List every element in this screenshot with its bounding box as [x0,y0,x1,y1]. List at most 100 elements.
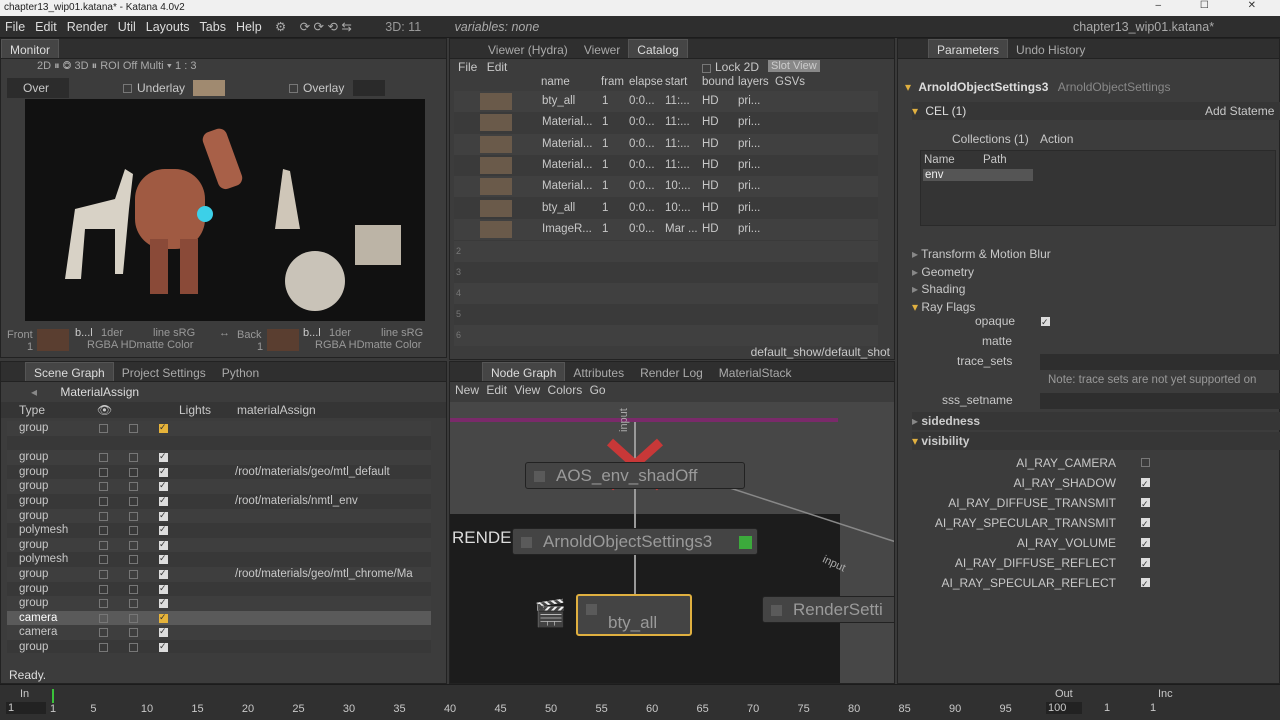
cel-arrow-icon[interactable]: ▾ [912,104,918,118]
catalog-menu-file[interactable]: File [458,60,477,74]
visibility-flag-row[interactable]: AI_RAY_VOLUME [920,533,1280,554]
tab-viewer[interactable]: Viewer [576,40,628,58]
lock-2d-checkbox[interactable] [702,64,711,73]
menu-render[interactable]: Render [62,16,113,38]
col-type[interactable]: Type [19,402,45,418]
col-view-icon[interactable]: 👁 [97,402,112,418]
visibility-checkbox[interactable] [99,628,108,638]
lock-checkbox[interactable] [129,584,138,594]
underlay-swatch[interactable] [193,80,225,96]
scene-graph-row[interactable]: group [7,639,431,653]
front-thumb[interactable] [37,329,69,351]
lock-checkbox[interactable] [129,453,138,463]
visibility-checkbox[interactable] [1141,534,1150,554]
catalog-empty-row[interactable]: 6 [454,325,878,346]
col-elapsed[interactable]: elapse [629,76,663,88]
visibility-checkbox[interactable] [1141,514,1150,534]
visibility-checkbox[interactable] [99,540,108,550]
scene-graph-row[interactable]: group [7,537,431,553]
scene-graph-row[interactable]: polymesh [7,551,431,567]
lights-checkbox[interactable] [159,566,168,581]
visibility-flag-row[interactable]: AI_RAY_SHADOW [920,473,1280,494]
lock-checkbox[interactable] [129,628,138,638]
visibility-flag-row[interactable]: AI_RAY_SPECULAR_REFLECT [920,573,1280,594]
tab-undo-history[interactable]: Undo History [1008,40,1093,58]
lock-checkbox[interactable] [129,496,138,506]
scene-graph-row[interactable]: group [7,508,431,524]
lock-checkbox[interactable] [129,569,138,579]
over-dropdown[interactable]: Over [7,78,69,98]
out-value[interactable]: 100 [1046,702,1082,714]
visibility-flag-row[interactable]: AI_RAY_DIFFUSE_REFLECT [920,553,1280,574]
flag-trace-sets[interactable]: trace_sets [920,352,1280,371]
visibility-checkbox[interactable] [99,599,108,609]
ng-menu-edit[interactable]: Edit [486,383,507,397]
menu-help[interactable]: Help [231,16,267,38]
tab-viewer-hydra[interactable]: Viewer (Hydra) [480,40,576,58]
group-visibility[interactable]: ▾ visibility [912,432,1280,450]
lights-checkbox[interactable] [159,639,168,653]
variables-dropdown[interactable]: variables: none [450,16,545,38]
collapse-arrow-icon[interactable]: ▾ [905,80,911,94]
lock-checkbox[interactable] [129,511,138,521]
gear-icon[interactable]: ⚙ [270,16,291,38]
ng-menu-go[interactable]: Go [590,383,606,397]
tab-project-settings[interactable]: Project Settings [114,363,214,381]
tab-attributes[interactable]: Attributes [565,363,632,381]
catalog-empty-row[interactable]: 4 [454,283,878,304]
col-material[interactable]: materialAssign [237,402,316,418]
col-layers[interactable]: layers [738,76,769,88]
lock-checkbox[interactable] [129,540,138,550]
visibility-checkbox[interactable] [99,511,108,521]
lights-checkbox[interactable] [159,551,168,566]
scene-graph-row[interactable]: group [7,595,431,611]
overlay-checkbox[interactable] [289,84,298,93]
group-sidedness[interactable]: ▸ sidedness [912,412,1280,430]
lock-checkbox[interactable] [129,424,138,433]
catalog-row[interactable]: Material... 1 0:0... 11:... HD pri... [454,112,878,134]
slot-view-button[interactable]: Slot View [768,60,820,72]
collection-env[interactable]: env [923,169,1033,181]
visibility-checkbox[interactable] [99,482,108,492]
ng-menu-new[interactable]: New [455,383,479,397]
group-transform[interactable]: ▸ Transform & Motion Blur [912,246,1280,264]
visibility-checkbox[interactable] [99,453,108,463]
lights-checkbox[interactable] [159,493,168,508]
catalog-row[interactable]: Material... 1 0:0... 10:... HD pri... [454,176,878,198]
visibility-checkbox[interactable] [99,555,108,565]
scene-graph-row[interactable]: group [7,449,431,465]
visibility-checkbox[interactable] [99,613,108,623]
swap-icon[interactable]: ↔ [219,327,230,339]
in-value[interactable]: 1 [6,702,46,714]
lock-checkbox[interactable] [129,642,138,652]
visibility-checkbox[interactable] [99,584,108,594]
menu-util[interactable]: Util [113,16,141,38]
scene-graph-row[interactable]: group/root/materials/geo/mtl_chrome/Ma [7,566,431,582]
lock-checkbox[interactable] [129,555,138,565]
visibility-checkbox[interactable] [1141,474,1150,494]
menu-tabs[interactable]: Tabs [195,16,231,38]
tab-catalog[interactable]: Catalog [628,39,688,58]
col-lights[interactable]: Lights [179,402,211,418]
scene-graph-row[interactable]: group [7,478,431,494]
catalog-empty-row[interactable]: 5 [454,304,878,325]
visibility-checkbox[interactable] [99,569,108,579]
group-geometry[interactable]: ▸ Geometry [912,264,1280,282]
tab-scene-graph[interactable]: Scene Graph [25,362,114,381]
visibility-checkbox[interactable] [1141,574,1150,594]
window-controls[interactable]: – ☐ ✕ [1156,0,1274,11]
lights-checkbox[interactable] [159,464,168,478]
lights-checkbox[interactable] [159,624,168,639]
scene-graph-row[interactable]: camera [7,624,431,640]
visibility-checkbox[interactable] [99,642,108,652]
lights-checkbox[interactable] [159,537,168,551]
overlay-swatch[interactable] [353,80,385,96]
scene-graph-row[interactable]: polymesh [7,522,431,538]
lights-checkbox[interactable] [159,449,168,464]
refresh-icons[interactable]: ⟳ ⟳ ⟲ ⇆ [295,16,357,38]
back-arrow-icon[interactable]: ◂ [31,385,37,399]
node-viewed-flag-icon[interactable] [739,536,752,549]
catalog-menu-edit[interactable]: Edit [487,60,508,74]
lock-checkbox[interactable] [129,613,138,623]
visibility-checkbox[interactable] [99,526,108,536]
